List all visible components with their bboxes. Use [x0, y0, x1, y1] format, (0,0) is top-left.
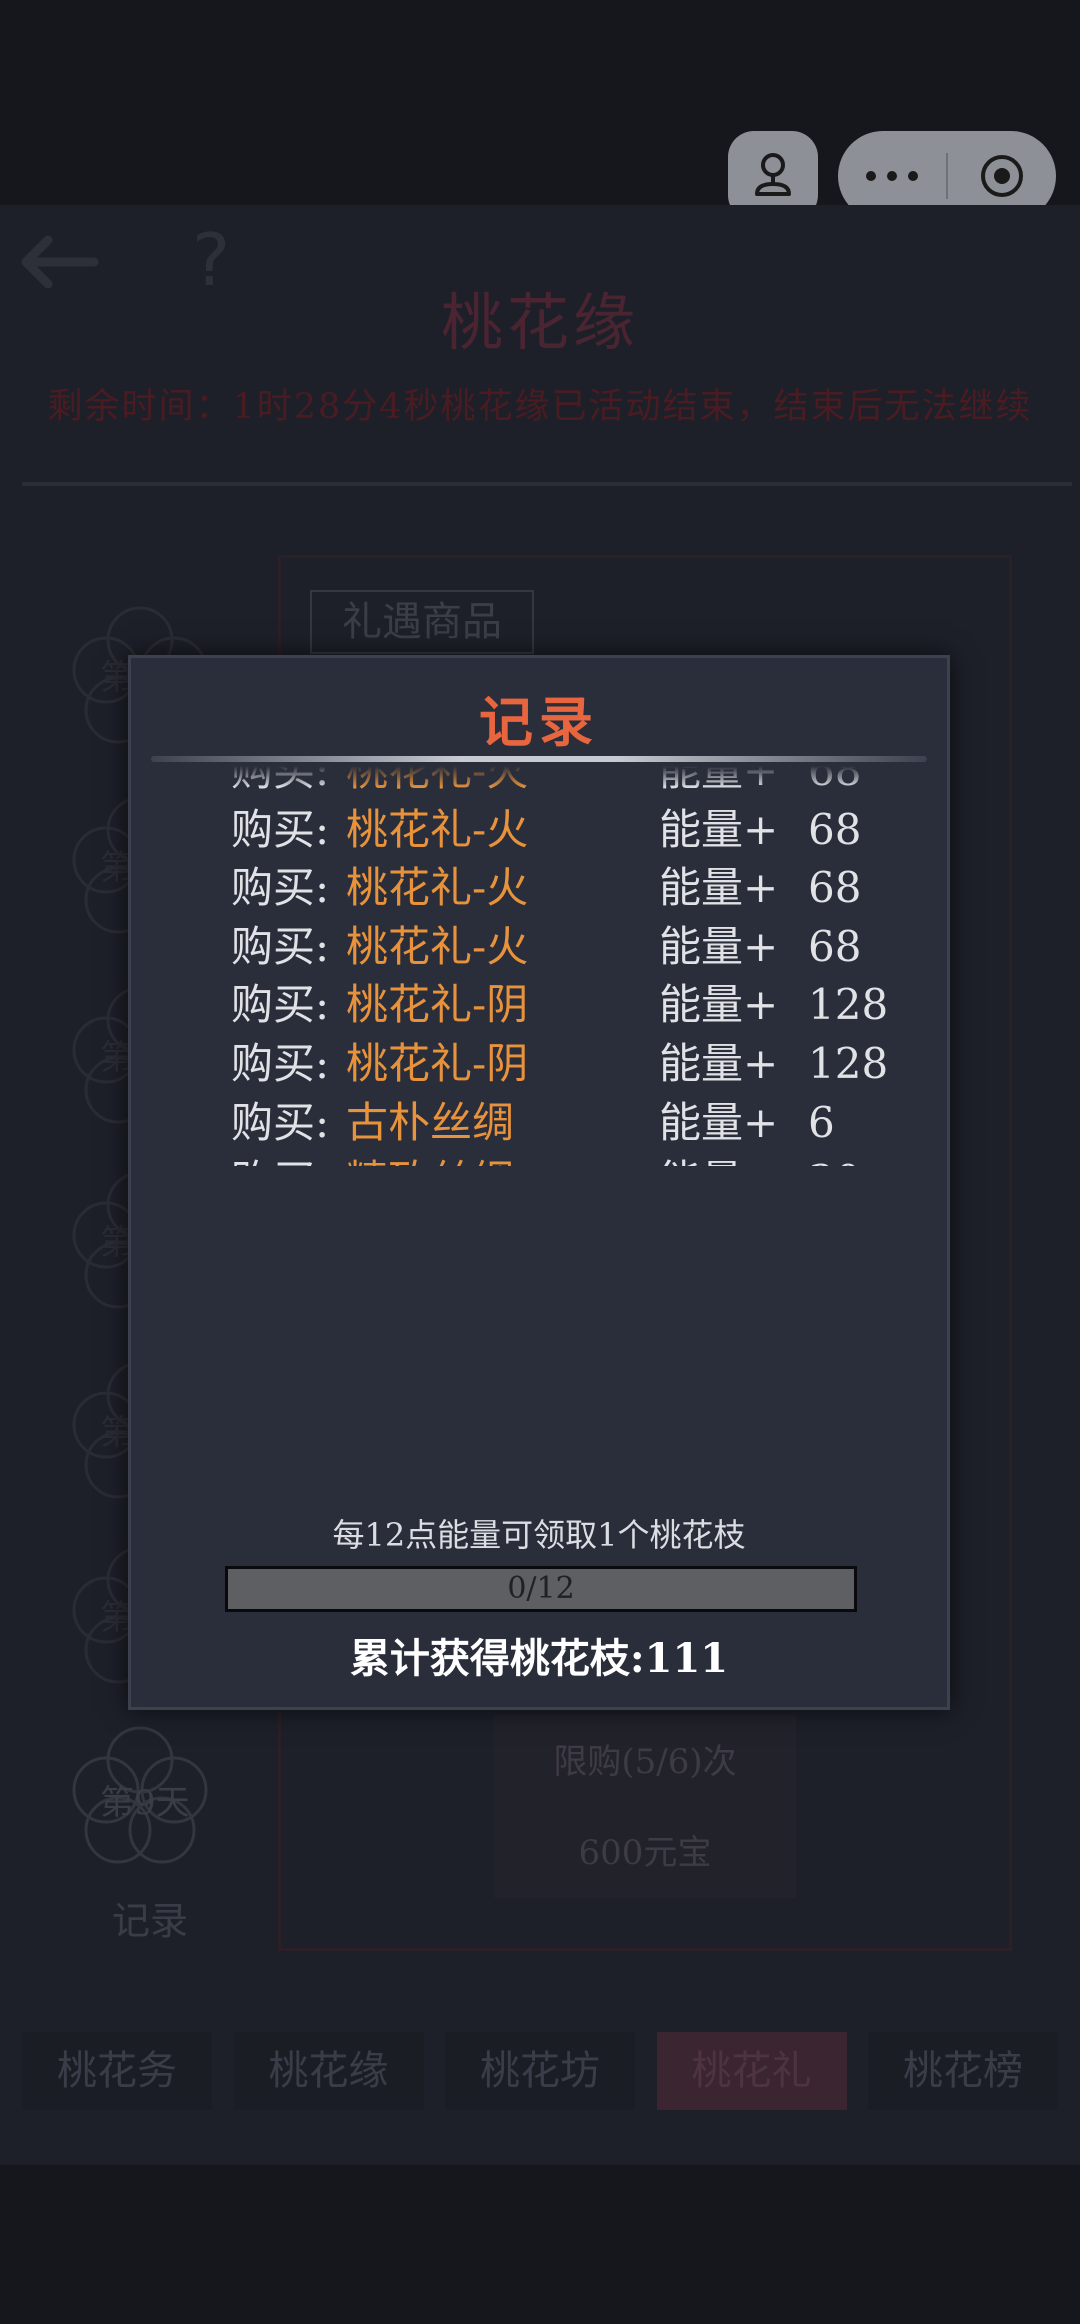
record-energy-value: 128 [808, 980, 889, 1030]
record-item: 精致丝绸 [346, 1152, 514, 1166]
record-energy-label: 能量+ [659, 863, 779, 913]
tab-taohuawu[interactable]: 桃花务 [22, 2032, 212, 2110]
record-row: 购买: 桃花礼-火 能量+ 68 [131, 918, 947, 977]
total-branches: 累计获得桃花枝:111 [349, 1635, 729, 1682]
record-energy-value: 6 [808, 1097, 835, 1147]
record-energy-label: 能量+ [659, 921, 779, 971]
user-icon [755, 153, 791, 196]
bottom-safe-area [0, 2165, 1080, 2324]
record-tab[interactable]: 记录 [60, 1890, 240, 1945]
bottom-tab-bar: 桃花务 桃花缘 桃花坊 桃花礼 桃花榜 [22, 2032, 1058, 2110]
energy-progress-bar: 0/12 [225, 1566, 857, 1612]
record-item: 桃花礼-火 [346, 921, 529, 971]
record-item: 桃花礼-阴 [346, 1038, 529, 1088]
record-item: 桃花礼-阴 [346, 980, 529, 1030]
record-energy-value: 68 [808, 921, 862, 971]
record-item: 桃花礼-火 [346, 863, 529, 913]
purchase-limit: 限购(5/6)次 [494, 1715, 796, 1809]
record-energy-label: 能量+ [659, 1097, 779, 1147]
record-action: 购买: [231, 1038, 330, 1088]
dialog-divider [151, 756, 927, 762]
energy-exchange-hint: 每12点能量可领取1个桃花枝 [332, 1516, 746, 1554]
dialog-title: 记录 [479, 690, 599, 754]
record-action: 购买: [231, 1152, 329, 1166]
list-top-fade [131, 766, 947, 788]
more-dots-icon [866, 171, 918, 181]
record-action: 购买: [231, 1097, 330, 1147]
record-energy-label: 能量+ [659, 980, 779, 1030]
record-energy-label: 能量+ [659, 1038, 779, 1088]
day-item-current[interactable]: 第9天 [60, 1720, 220, 1880]
record-row: 购买: 桃花礼-阴 能量+ 128 [131, 976, 947, 1035]
remaining-time-notice: 剩余时间：1时28分4秒桃花缘已活动结束，结束后无法继续 [47, 387, 1033, 427]
record-item: 桃花礼-火 [346, 804, 529, 854]
record-list[interactable]: 购买: 桃花礼-火 能量+ 68 购买: 桃花礼-火 能量+ 68 购买: 桃花礼-火 能量+ 68 购… [131, 766, 947, 1166]
record-row: 购买: 桃花礼-火 能量+ 68 [131, 859, 947, 918]
tab-taohuafang[interactable]: 桃花坊 [445, 2032, 635, 2110]
header-divider [22, 482, 1072, 486]
shop-category-tag[interactable]: 礼遇商品 [310, 590, 534, 654]
record-energy-label: 能量+ [659, 804, 779, 854]
record-energy-value: 30 [808, 1152, 861, 1166]
record-row: 购买: 古朴丝绸 能量+ 6 [131, 1094, 947, 1153]
progress-text: 0/12 [507, 1571, 575, 1606]
tab-taohuayuan[interactable]: 桃花缘 [233, 2032, 424, 2110]
record-energy-value: 128 [808, 1038, 889, 1088]
record-row: 购买: 桃花礼-阴 能量+ 128 [131, 1035, 947, 1094]
record-action: 购买: [231, 804, 330, 854]
record-action: 购买: [231, 921, 330, 971]
tab-taohuabang[interactable]: 桃花榜 [868, 2032, 1058, 2110]
record-energy-value: 68 [808, 804, 862, 854]
record-item: 古朴丝绸 [346, 1097, 515, 1147]
buy-price-button[interactable]: 600元宝 [494, 1808, 796, 1898]
day-label-current: 第9天 [100, 1783, 190, 1823]
record-action: 购买: [231, 863, 330, 913]
record-energy-value: 68 [808, 863, 862, 913]
target-close-icon [981, 155, 1023, 197]
record-energy-label: 能量+ [659, 1152, 778, 1166]
tab-taohuali[interactable]: 桃花礼 [656, 2032, 847, 2110]
record-list-content: 购买: 桃花礼-火 能量+ 68 购买: 桃花礼-火 能量+ 68 购买: 桃花礼-火 能量+ 68 购… [131, 766, 947, 1166]
page-title: 桃花缘 [440, 286, 639, 359]
record-action: 购买: [231, 980, 330, 1030]
record-row: 购买: 桃花礼-火 能量+ 68 [131, 801, 947, 860]
record-dialog: 记录 购买: 桃花礼-火 能量+ 68 购买: 桃花礼-火 能量+ 68 购买: 桃花礼-火 能量+… [128, 655, 950, 1710]
record-row: 购买: 精致丝绸 能量+ 30 [131, 1152, 947, 1166]
